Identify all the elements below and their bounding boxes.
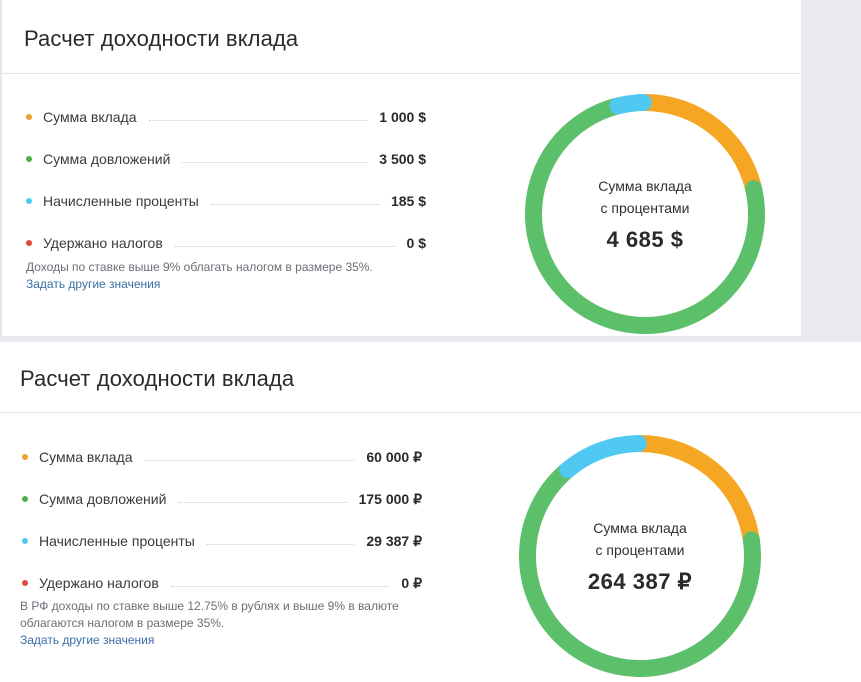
dotted-leader [206,543,355,545]
row-value: 29 387 ₽ [366,532,422,549]
donut-total: 264 387 ₽ [587,569,693,594]
orange-dot-icon [26,114,32,120]
donut-total: 4 685 $ [606,227,684,252]
dotted-leader [178,501,347,503]
row-label: Начисленные проценты [39,533,195,549]
row-value: 0 $ [406,235,426,251]
row-value: 0 ₽ [401,574,422,591]
divider [2,73,801,74]
donut-caption-line2: с процентами [595,542,685,558]
row-accrued-interest: Начисленные проценты 29 387 ₽ [22,520,422,562]
orange-dot-icon [22,454,28,460]
note-block: Доходы по ставке выше 9% облагать налого… [26,259,426,293]
dotted-leader [148,119,368,121]
deposit-calc-card-rub: Расчет доходности вклада Сумма вклада 60… [0,342,861,682]
tax-note: Доходы по ставке выше 9% облагать налого… [26,260,373,274]
row-accrued-interest: Начисленные проценты 185 $ [26,180,426,222]
row-value: 175 000 ₽ [358,490,422,507]
row-deposit-amount: Сумма вклада 60 000 ₽ [22,436,422,478]
dotted-leader [170,585,390,587]
dotted-leader [182,161,368,163]
donut-caption-line1: Сумма вклада [593,520,687,536]
green-dot-icon [22,496,28,502]
row-label: Удержано налогов [39,575,159,591]
donut-caption-line2: с процентами [600,200,690,216]
donut-center: Сумма вклада с процентами 264 387 ₽ [518,517,762,595]
blue-dot-icon [26,198,32,204]
total-donut-chart: Сумма вклада с процентами 4 685 $ [524,93,766,335]
red-dot-icon [26,240,32,246]
set-other-values-link[interactable]: Задать другие значения [26,276,426,293]
row-label: Сумма довложений [43,151,171,167]
row-withheld-taxes: Удержано налогов 0 $ [26,222,426,264]
total-donut-chart: Сумма вклада с процентами 264 387 ₽ [518,434,762,678]
row-label: Сумма вклада [39,449,133,465]
set-other-values-link[interactable]: Задать другие значения [20,632,410,649]
row-deposit-amount: Сумма вклада 1 000 $ [26,96,426,138]
row-value: 3 500 $ [379,151,426,167]
row-additions-amount: Сумма довложений 3 500 $ [26,138,426,180]
green-dot-icon [26,156,32,162]
summary-list: Сумма вклада 60 000 ₽ Сумма довложений 1… [22,436,422,604]
row-label: Сумма довложений [39,491,167,507]
deposit-calc-card-usd: Расчет доходности вклада Сумма вклада 1 … [0,0,801,336]
donut-caption-line1: Сумма вклада [598,178,692,194]
row-label: Сумма вклада [43,109,137,125]
card-title: Расчет доходности вклада [24,26,299,51]
note-block: В РФ доходы по ставке выше 12.75% в рубл… [20,598,410,649]
donut-center: Сумма вклада с процентами 4 685 $ [524,175,766,253]
dotted-leader [210,203,379,205]
dotted-leader [174,245,395,247]
row-additions-amount: Сумма довложений 175 000 ₽ [22,478,422,520]
card-title: Расчет доходности вклада [20,366,295,391]
dotted-leader [144,459,355,461]
row-value: 185 $ [390,193,426,209]
row-value: 1 000 $ [379,109,426,125]
summary-list: Сумма вклада 1 000 $ Сумма довложений 3 … [26,96,426,264]
row-value: 60 000 ₽ [366,448,422,465]
divider [0,412,861,413]
row-label: Удержано налогов [43,235,163,251]
row-label: Начисленные проценты [43,193,199,209]
red-dot-icon [22,580,28,586]
tax-note: В РФ доходы по ставке выше 12.75% в рубл… [20,599,399,630]
blue-dot-icon [22,538,28,544]
